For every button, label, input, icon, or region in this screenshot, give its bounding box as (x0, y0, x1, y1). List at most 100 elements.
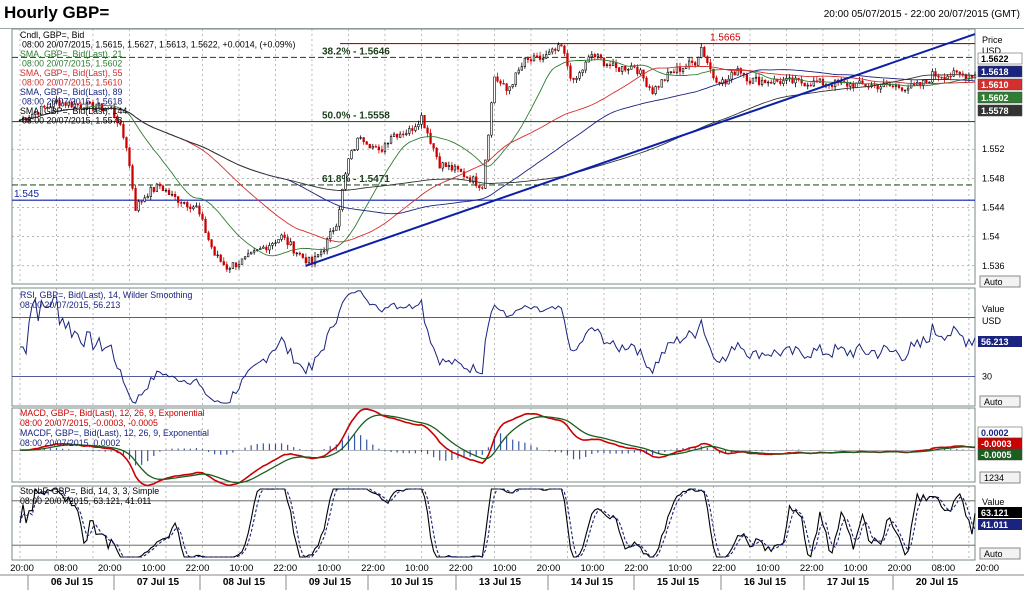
candle-body (940, 76, 943, 79)
price-legend-line: 08:00 20/07/2015, 1.5615, 1.5627, 1.5613… (22, 40, 295, 50)
rsi-axis-title: Value (982, 304, 1004, 314)
x-time-label: 08:00 (54, 563, 78, 574)
x-day-label: 16 Jul 15 (744, 577, 787, 588)
candle-body (614, 62, 618, 68)
candle-body (234, 262, 238, 268)
candle-body (645, 77, 648, 87)
candle-body (143, 197, 146, 202)
candle-body (207, 232, 210, 240)
candle-body (259, 248, 262, 250)
candle-body (344, 173, 347, 190)
candle-body (754, 76, 758, 79)
level-label: 61.8% - 1.5471 (322, 174, 390, 185)
candle-body (180, 202, 183, 204)
x-time-label: 22:00 (186, 563, 210, 574)
candle-body (937, 75, 940, 78)
candle-body (602, 57, 606, 67)
stoch-auto-label: Auto (984, 549, 1003, 559)
stoch-legend-line: 08:00 20/07/2015, 63.121, 41.011 (20, 496, 152, 506)
x-day-label: 20 Jul 15 (916, 577, 959, 588)
macd-tag-label: 0.0002 (981, 428, 1009, 438)
candle-body (210, 239, 213, 248)
candle-body (502, 82, 505, 85)
candle-body (587, 56, 590, 63)
candle-body (216, 254, 219, 257)
candle-body (128, 147, 131, 167)
candle-body (900, 87, 904, 91)
candle-body (779, 80, 782, 85)
x-time-label: 20:00 (888, 563, 912, 574)
price-tick-label: 1.552 (982, 144, 1005, 154)
candle-body (697, 57, 700, 66)
stoch-axis-title: Value (982, 497, 1004, 507)
candle-body (414, 126, 417, 131)
candle-body (149, 187, 152, 197)
candle-body (946, 75, 949, 80)
candle-body (347, 158, 350, 175)
candle-body (508, 86, 511, 91)
candle-body (730, 71, 733, 80)
candle-body (894, 85, 898, 87)
candle-body (590, 54, 593, 58)
candle-body (177, 196, 180, 203)
candle-body (137, 201, 140, 211)
candle-body (395, 133, 399, 138)
candle-body (222, 261, 225, 265)
macd-legend-line: 08:00 20/07/2015, 0.0002 (20, 438, 120, 448)
candle-body (557, 44, 560, 51)
candle-body (377, 146, 381, 151)
candle-body (316, 254, 320, 257)
candle-body (599, 54, 603, 59)
price-tick-label: 1.544 (982, 203, 1005, 213)
candle-body (423, 115, 426, 129)
candle-body (511, 84, 514, 88)
candle-body (563, 45, 566, 54)
candle-body (493, 76, 496, 104)
candle-body (687, 60, 691, 67)
candle-body (417, 124, 420, 127)
candle-body (304, 257, 308, 264)
price-legend-line: SMA, GBP=, Bid(Last), 55 (20, 68, 123, 78)
candle-body (639, 69, 642, 75)
chart-canvas[interactable]: 20:00 08:00 20:00 10:00 22:00 10:00 22:00 10:00… (0, 0, 1024, 603)
candle-body (648, 86, 651, 88)
rsi-axis-unit: USD (982, 316, 1002, 326)
candle-body (365, 141, 368, 145)
level-label: 38.2% - 1.5646 (322, 46, 390, 57)
candle-body (158, 183, 162, 187)
candle-body (228, 268, 231, 270)
candle-body (879, 86, 882, 90)
candle-body (140, 201, 143, 203)
candle-body (578, 72, 581, 79)
x-day-label: 08 Jul 15 (223, 577, 266, 588)
candle-body (250, 251, 253, 255)
candle-body (532, 55, 536, 62)
candle-body (246, 253, 250, 258)
price-legend-line: 08:00 20/07/2015, 1.5610 (22, 78, 122, 88)
candle-body (636, 66, 639, 75)
candle-body (703, 47, 706, 57)
macd-scale-label: 1234 (984, 473, 1004, 483)
candle-body (192, 206, 195, 210)
candle-body (745, 74, 749, 82)
candle-body (757, 76, 761, 85)
candle-body (201, 213, 204, 220)
candle-body (131, 165, 134, 189)
stoch-legend-line: StochF, GBP=, Bid, 14, 3, 3, Simple (20, 486, 159, 496)
price-legend-line: 08:00 20/07/2015, 1.5578 (22, 116, 122, 126)
x-day-label: 10 Jul 15 (391, 577, 434, 588)
candle-body (672, 71, 676, 73)
candle-body (392, 133, 396, 137)
candle-body (292, 241, 295, 254)
x-time-label: 20:00 (975, 563, 999, 574)
candle-body (767, 81, 770, 84)
candle-body (760, 79, 764, 85)
candle-body (751, 77, 755, 84)
candle-body (949, 75, 952, 78)
price-legend-line: SMA, GBP=, Bid(Last), 21 (20, 49, 123, 59)
candle-body (280, 234, 283, 240)
candle-body (538, 55, 542, 60)
candle-body (240, 258, 244, 265)
candle-body (399, 133, 402, 138)
candle-body (709, 62, 712, 70)
